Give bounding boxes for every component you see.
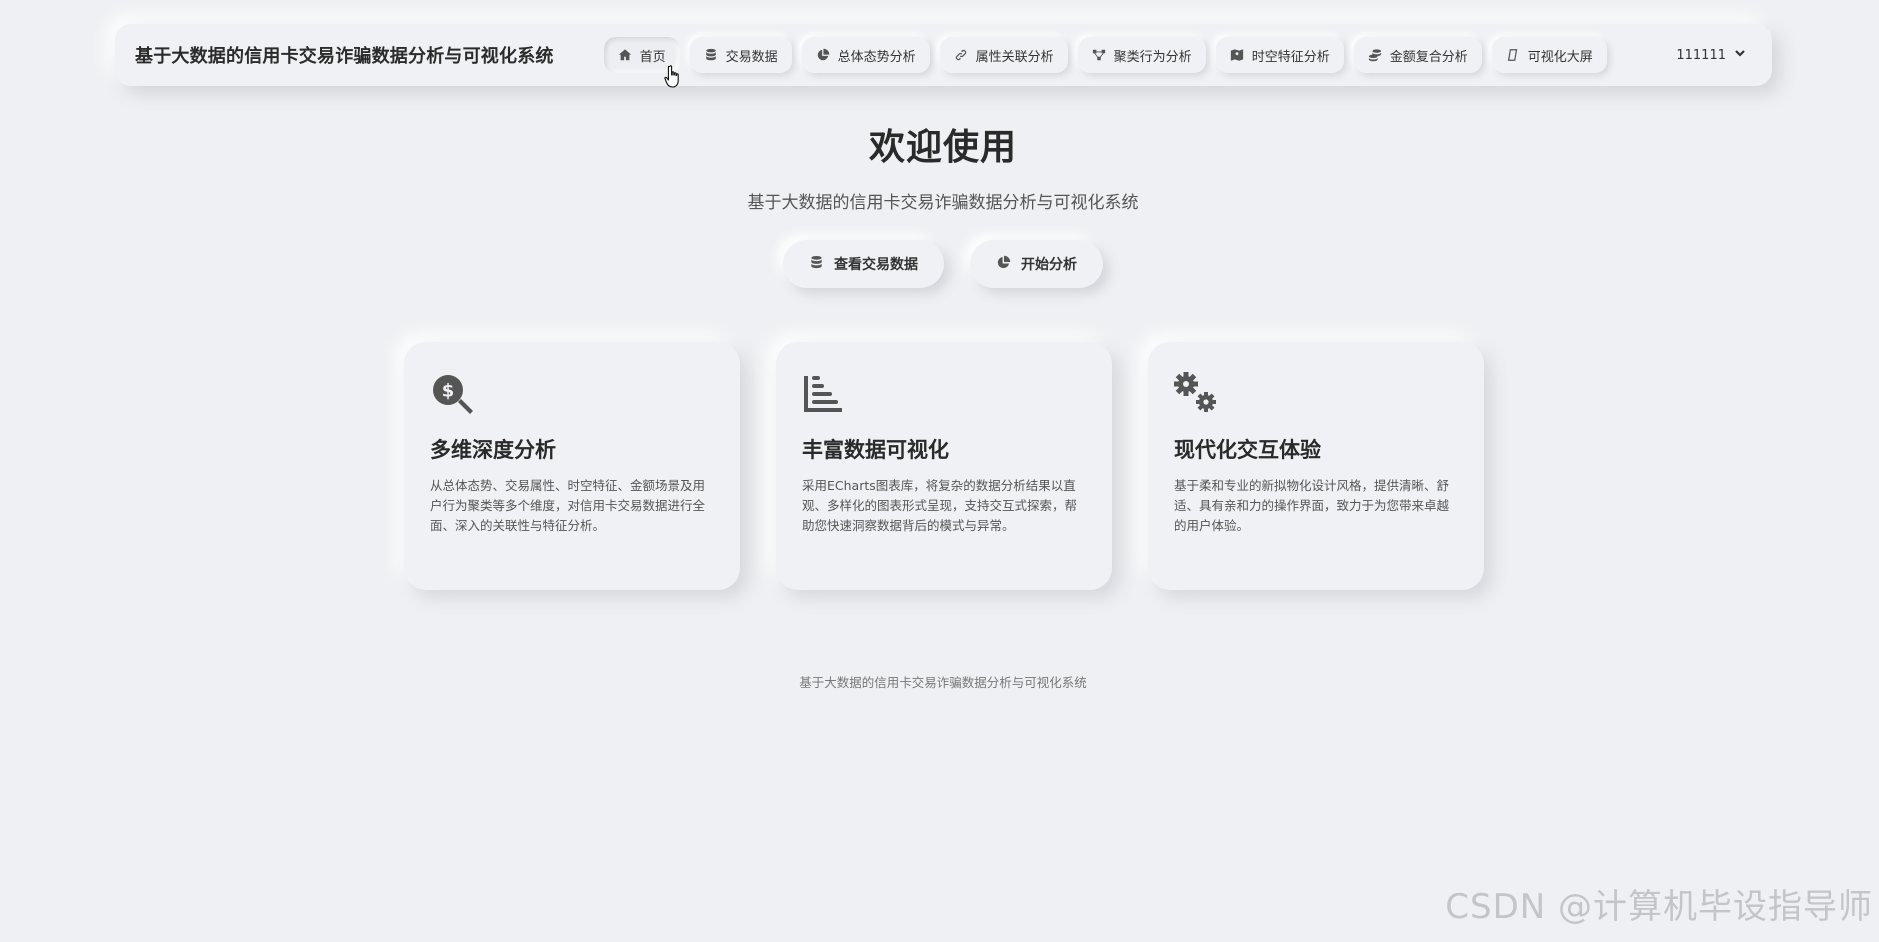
database-icon [809, 255, 824, 274]
nav-item-label: 交易数据 [725, 49, 778, 65]
coins-icon [1368, 48, 1382, 62]
feature-card-interaction: 现代化交互体验 基于柔和专业的新拟物化设计风格，提供清晰、舒适、具有亲和力的操作… [1148, 342, 1484, 590]
hand-cursor-icon [664, 65, 679, 88]
hero-actions: 查看交易数据 开始分析 [0, 240, 1879, 288]
card-description: 基于柔和专业的新拟物化设计风格，提供清晰、舒适、具有亲和力的操作界面，致力于为您… [1174, 478, 1450, 533]
nav-item-label: 时空特征分析 [1251, 49, 1330, 65]
nav-item-dashboard-screen[interactable]: 可视化大屏 [1491, 37, 1607, 73]
button-label: 开始分析 [1021, 257, 1077, 273]
nav-item-label: 聚类行为分析 [1113, 49, 1192, 65]
database-icon [704, 48, 718, 62]
cluster-icon [1092, 48, 1106, 62]
map-icon [1230, 48, 1244, 62]
nav-item-label: 可视化大屏 [1527, 49, 1593, 65]
view-transactions-button[interactable]: 查看交易数据 [783, 240, 944, 288]
feature-card-analysis: $ 多维深度分析 从总体态势、交易属性、时空特征、金额场景及用户行为聚类等多个维… [404, 342, 740, 590]
nav-item-label: 属性关联分析 [975, 49, 1054, 65]
gears-icon [1174, 372, 1218, 416]
main-nav: 首页 交易数据 总体态势分析 属性关联分析 聚类行为分析 时空特征分析 金额复合… [603, 37, 1607, 73]
nav-item-label: 金额复合分析 [1389, 49, 1468, 65]
hero-title: 欢迎使用 [868, 127, 1017, 168]
footer-text: 基于大数据的信用卡交易诈骗数据分析与可视化系统 [799, 675, 1087, 690]
nav-item-attribute-analysis[interactable]: 属性关联分析 [939, 37, 1068, 73]
card-description: 从总体态势、交易属性、时空特征、金额场景及用户行为聚类等多个维度，对信用卡交易数… [430, 478, 706, 533]
nav-item-transactions[interactable]: 交易数据 [689, 37, 792, 73]
pie-chart-icon [816, 48, 830, 62]
page: 基于大数据的信用卡交易诈骗数据分析与可视化系统 首页 交易数据 总体态势分析 属… [0, 0, 1879, 942]
card-title: 丰富数据可视化 [802, 438, 949, 462]
card-title: 现代化交互体验 [1174, 438, 1321, 462]
watermark: CSDN @计算机毕设指导师 [1445, 887, 1873, 927]
card-description: 采用ECharts图表库，将复杂的数据分析结果以直观、多样化的图表形式呈现，支持… [802, 478, 1078, 533]
button-label: 查看交易数据 [834, 257, 918, 273]
username: 111111 [1676, 47, 1726, 63]
nav-item-amount-analysis[interactable]: 金额复合分析 [1353, 37, 1482, 73]
nav-item-label: 首页 [639, 49, 666, 65]
screen-icon [1506, 48, 1520, 62]
bar-chart-icon [802, 372, 846, 416]
chevron-down-icon [1734, 47, 1746, 63]
link-icon [954, 48, 968, 62]
feature-card-visualization: 丰富数据可视化 采用ECharts图表库，将复杂的数据分析结果以直观、多样化的图… [776, 342, 1112, 590]
home-icon [618, 48, 632, 62]
card-title: 多维深度分析 [430, 438, 556, 462]
nav-item-label: 总体态势分析 [837, 49, 916, 65]
hero-subtitle: 基于大数据的信用卡交易诈骗数据分析与可视化系统 [747, 193, 1139, 213]
nav-item-overall-analysis[interactable]: 总体态势分析 [801, 37, 930, 73]
search-dollar-icon: $ [430, 372, 474, 416]
pie-chart-icon [996, 255, 1011, 274]
start-analysis-button[interactable]: 开始分析 [970, 240, 1103, 288]
nav-item-spatiotemporal-analysis[interactable]: 时空特征分析 [1215, 37, 1344, 73]
top-navbar: 基于大数据的信用卡交易诈骗数据分析与可视化系统 首页 交易数据 总体态势分析 属… [115, 24, 1772, 86]
user-menu[interactable]: 111111 [1676, 47, 1752, 63]
nav-item-cluster-analysis[interactable]: 聚类行为分析 [1077, 37, 1206, 73]
brand-title: 基于大数据的信用卡交易诈骗数据分析与可视化系统 [135, 46, 554, 67]
feature-cards: $ 多维深度分析 从总体态势、交易属性、时空特征、金额场景及用户行为聚类等多个维… [404, 342, 1484, 590]
svg-text:$: $ [442, 381, 455, 402]
